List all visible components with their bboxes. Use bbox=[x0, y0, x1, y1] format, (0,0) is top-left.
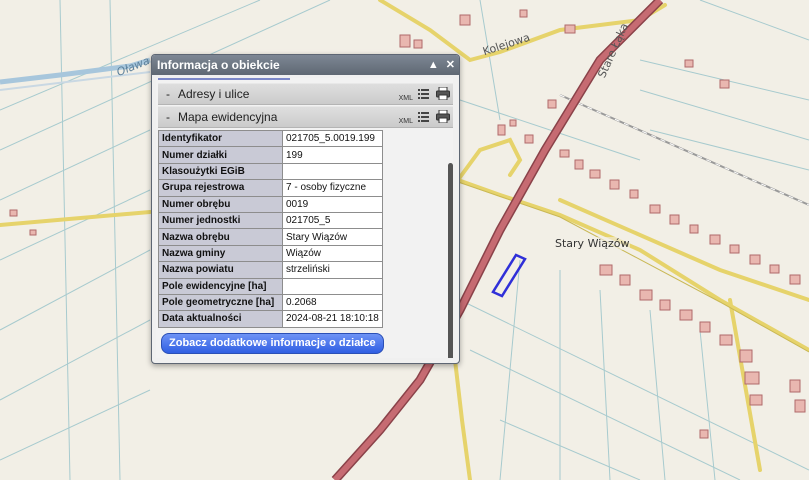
collapse-icon[interactable]: ▲ bbox=[428, 55, 439, 75]
dialog-titlebar[interactable]: Informacja o obiekcie ▲ ✕ bbox=[152, 55, 459, 75]
section-title: Mapa ewidencyjna bbox=[178, 110, 278, 124]
attr-value: 2024-08-21 18:10:18 bbox=[282, 310, 383, 328]
more-info-button[interactable]: Zobacz dodatkowe informacje o działce bbox=[161, 333, 384, 354]
table-row: Klasoużytki EGiB bbox=[158, 162, 383, 181]
attr-key: Pole geometryczne [ha] bbox=[158, 293, 283, 312]
section-header-mapa[interactable]: - Mapa ewidencyjna XML bbox=[158, 106, 453, 128]
attr-key: Numer obrębu bbox=[158, 195, 283, 213]
object-info-dialog: Informacja o obiekcie ▲ ✕ - Adresy i uli… bbox=[151, 54, 460, 364]
dialog-body: - Adresy i ulice XML - Mapa ewidencyjna … bbox=[156, 78, 453, 358]
attr-key: Pole ewidencyjne [ha] bbox=[158, 277, 283, 295]
attr-value: Stary Wiązów bbox=[282, 228, 383, 246]
scrollbar[interactable] bbox=[448, 163, 453, 358]
table-row: Pole geometryczne [ha] 0.2068 bbox=[158, 293, 383, 312]
table-row: Identyfikator 021705_5.0019.199 bbox=[158, 129, 383, 148]
attr-value: 7 - osoby fizyczne bbox=[282, 179, 383, 197]
dialog-controls: ▲ ✕ bbox=[424, 55, 455, 75]
attr-key: Klasoużytki EGiB bbox=[158, 162, 283, 181]
table-row: Grupa rejestrowa 7 - osoby fizyczne bbox=[158, 179, 383, 197]
parcel-attributes-table: Identyfikator 021705_5.0019.199 Numer dzi… bbox=[158, 129, 383, 328]
close-icon[interactable]: ✕ bbox=[446, 55, 455, 75]
attr-key: Numer jednostki bbox=[158, 211, 283, 230]
attr-key: Data aktualności bbox=[158, 310, 283, 328]
print-icon[interactable] bbox=[436, 87, 450, 100]
list-icon[interactable] bbox=[418, 111, 429, 123]
list-icon[interactable] bbox=[418, 88, 429, 100]
table-row: Numer jednostki 021705_5 bbox=[158, 211, 383, 230]
attr-key: Numer działki bbox=[158, 146, 283, 164]
section-toggle-icon[interactable]: - bbox=[166, 107, 170, 127]
table-row: Nazwa obrębu Stary Wiązów bbox=[158, 228, 383, 246]
attr-value: 021705_5 bbox=[282, 211, 383, 230]
attr-value bbox=[282, 277, 383, 295]
attr-value: 199 bbox=[282, 146, 383, 164]
table-row: Nazwa powiatu strzeliński bbox=[158, 261, 383, 279]
attr-key: Nazwa powiatu bbox=[158, 261, 283, 279]
attr-value: 0.2068 bbox=[282, 293, 383, 312]
tab-strip bbox=[158, 78, 290, 80]
attr-value: Wiązów bbox=[282, 244, 383, 263]
table-row: Data aktualności 2024-08-21 18:10:18 bbox=[158, 310, 383, 328]
table-row: Nazwa gminy Wiązów bbox=[158, 244, 383, 263]
table-row: Pole ewidencyjne [ha] bbox=[158, 277, 383, 295]
attr-value bbox=[282, 162, 383, 181]
attr-key: Nazwa gminy bbox=[158, 244, 283, 263]
attr-key: Nazwa obrębu bbox=[158, 228, 283, 246]
xml-export-icon[interactable]: XML bbox=[399, 112, 413, 132]
table-row: Numer obrębu 0019 bbox=[158, 195, 383, 213]
attr-value: strzeliński bbox=[282, 261, 383, 279]
section-toggle-icon[interactable]: - bbox=[166, 84, 170, 104]
table-row: Numer działki 199 bbox=[158, 146, 383, 164]
section-title: Adresy i ulice bbox=[178, 87, 250, 101]
section-header-adresy[interactable]: - Adresy i ulice XML bbox=[158, 83, 453, 105]
attr-value: 0019 bbox=[282, 195, 383, 213]
attr-value: 021705_5.0019.199 bbox=[282, 129, 383, 148]
attr-key: Grupa rejestrowa bbox=[158, 179, 283, 197]
print-icon[interactable] bbox=[436, 110, 450, 123]
dialog-title: Informacja o obiekcie bbox=[157, 58, 280, 72]
attr-key: Identyfikator bbox=[158, 129, 283, 148]
